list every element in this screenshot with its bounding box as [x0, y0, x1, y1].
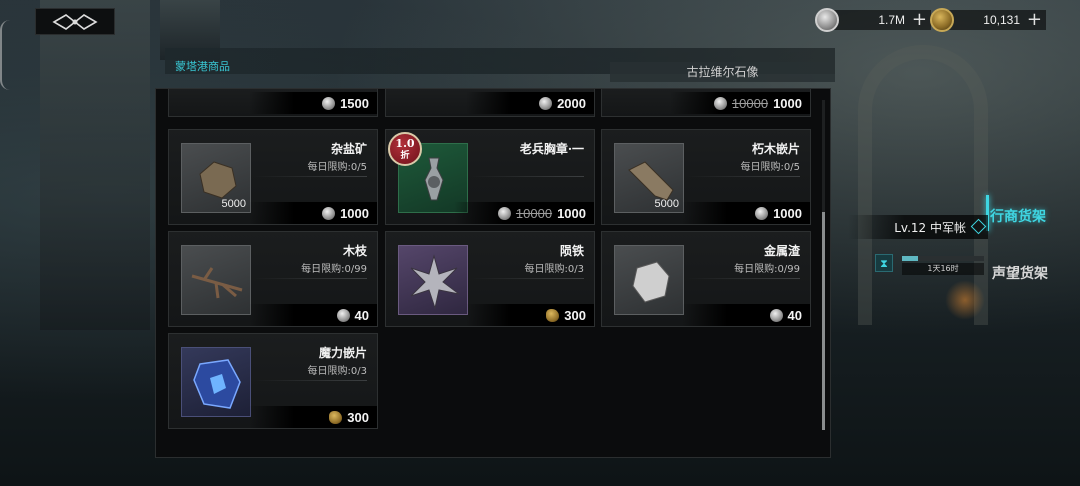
item-price: 40	[354, 307, 369, 323]
shop-panel: 1500 2000 10000 1000 5000 杂盐矿 每日限购:0/5 1…	[155, 88, 831, 458]
silver-coin-icon	[755, 206, 769, 220]
silver-coin-icon	[322, 96, 336, 110]
daily-limit: 每日限购:0/99	[734, 264, 800, 275]
discount-badge: 1.0 折	[388, 132, 422, 166]
add-gold-button[interactable]: +	[1027, 10, 1042, 30]
gold-coin-icon	[930, 8, 954, 32]
silver-coin-icon	[713, 96, 727, 110]
item-name: 金属渣	[763, 244, 800, 258]
item-name: 杂盐矿	[330, 142, 367, 156]
item-price: 1000	[340, 205, 369, 221]
left-edge-bracket	[0, 20, 10, 90]
discount-value: 1.0	[395, 137, 415, 150]
silver-coin-icon	[815, 8, 839, 32]
daily-limit: 每日限购:0/3	[524, 264, 584, 275]
item-price: 300	[564, 307, 586, 323]
rotten-wood-icon: 5000	[614, 143, 684, 213]
price-bar: 40	[249, 304, 377, 326]
daily-limit: 每日限购:0/5	[307, 162, 367, 173]
gold-coin-icon	[329, 410, 343, 424]
daily-limit: 每日限购:0/3	[307, 366, 367, 377]
tab-merchant-shelf[interactable]: 行商货架	[990, 206, 1046, 226]
hourglass-icon: ⧗	[875, 254, 893, 272]
silver-coin-icon	[322, 206, 336, 220]
card-divider	[253, 380, 367, 381]
silver-currency: 1.7M +	[815, 8, 931, 32]
silver-coin-icon	[497, 206, 511, 220]
item-price: 1500	[340, 95, 369, 111]
level-label: Lv.12 中军帐	[848, 215, 988, 239]
price-bar: 1000	[682, 202, 810, 224]
item-name: 魔力嵌片	[318, 346, 367, 360]
refresh-timer: 1天16时	[902, 263, 984, 275]
metal-slag-icon	[614, 245, 684, 315]
price-bar: 300	[249, 406, 377, 428]
shop-item-card[interactable]: 木枝 每日限购:0/99 40	[168, 231, 378, 327]
progress-fill	[902, 256, 919, 261]
silver-coin-icon	[769, 308, 783, 322]
price-bar: 10000 1000	[670, 92, 810, 114]
shop-item-card[interactable]: 5000 杂盐矿 每日限购:0/5 1000	[168, 129, 378, 225]
card-divider	[686, 278, 800, 279]
item-name: 陨铁	[559, 244, 584, 258]
meteor-iron-icon	[398, 245, 468, 315]
guild-emblem-icon	[52, 13, 98, 30]
scrollbar-thumb[interactable]	[822, 212, 825, 430]
daily-limit: 每日限购:0/99	[301, 264, 367, 275]
item-price: 2000	[557, 95, 586, 111]
item-name: 老兵胸章·一	[519, 142, 584, 156]
shop-item-card[interactable]: 10000 1000	[601, 89, 811, 117]
price-bar: 1000	[249, 202, 377, 224]
shop-item-card[interactable]: 陨铁 每日限购:0/3 300	[385, 231, 595, 327]
item-old-price: 10000	[731, 95, 769, 111]
card-divider	[470, 278, 584, 279]
silver-coin-icon	[539, 96, 553, 110]
card-divider	[253, 176, 367, 177]
add-silver-button[interactable]: +	[912, 10, 927, 30]
tab-reputation-shelf[interactable]: 声望货架	[992, 263, 1048, 283]
card-divider	[470, 176, 584, 177]
price-bar: 1500	[249, 92, 377, 114]
shop-item-card[interactable]: 2000	[385, 89, 595, 117]
silver-coin-icon	[336, 308, 350, 322]
shop-item-card[interactable]: 1.0 折 老兵胸章·一 10000 1000	[385, 129, 595, 225]
salt-ore-icon: 5000	[181, 143, 251, 213]
menu-logo-button[interactable]	[35, 8, 115, 35]
item-price: 1000	[773, 205, 802, 221]
discount-unit: 折	[400, 151, 410, 161]
item-price: 300	[347, 409, 369, 425]
item-name: 木枝	[342, 244, 367, 258]
item-name: 朽木嵌片	[751, 142, 800, 156]
shop-item-card[interactable]: 魔力嵌片 每日限购:0/3 300	[168, 333, 378, 429]
price-bar: 2000	[466, 92, 594, 114]
background-pillar-left	[40, 0, 150, 330]
price-bar: 40	[682, 304, 810, 326]
gold-currency: 10,131 +	[930, 8, 1046, 32]
gold-coin-icon	[546, 308, 560, 322]
daily-limit: 每日限购:0/5	[740, 162, 800, 173]
card-divider	[253, 278, 367, 279]
price-bar: 10000 1000	[454, 202, 594, 224]
item-price: 1000	[557, 205, 586, 221]
merchant-name: 古拉维尔石像	[610, 62, 835, 82]
magic-shard-icon	[181, 347, 251, 417]
twig-icon	[181, 245, 251, 315]
card-divider	[686, 176, 800, 177]
price-bar: 300	[466, 304, 594, 326]
refresh-progress-bar	[902, 256, 984, 261]
item-price: 1000	[773, 95, 802, 111]
shop-item-card[interactable]: 金属渣 每日限购:0/99 40	[601, 231, 811, 327]
diamond-icon	[970, 218, 987, 235]
item-quantity: 5000	[221, 198, 246, 210]
shop-item-card[interactable]: 1500	[168, 89, 378, 117]
item-price: 40	[787, 307, 802, 323]
background-fire	[945, 280, 985, 320]
item-old-price: 10000	[515, 205, 553, 221]
item-quantity: 5000	[654, 198, 679, 210]
shop-item-card[interactable]: 5000 朽木嵌片 每日限购:0/5 1000	[601, 129, 811, 225]
level-text: Lv.12 中军帐	[894, 220, 966, 235]
